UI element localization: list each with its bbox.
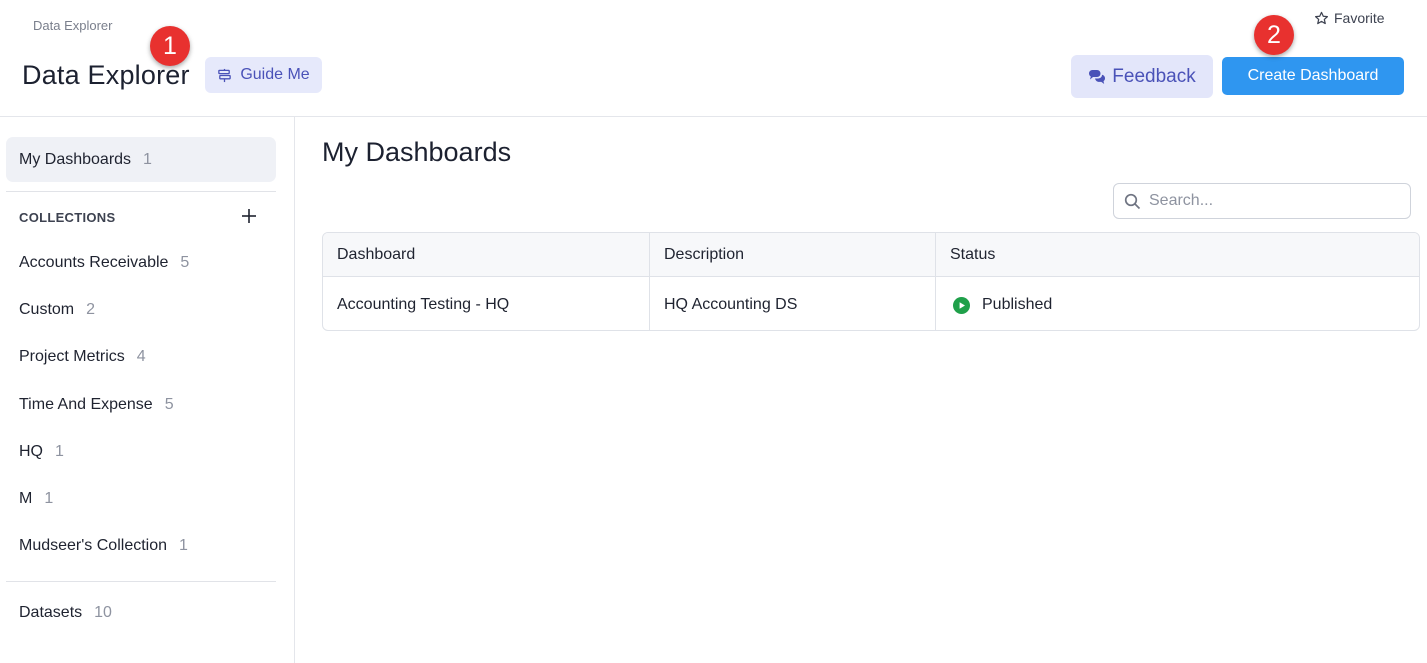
sidebar-item-count: 5 xyxy=(180,254,190,271)
sidebar-item-label: Accounts Receivable xyxy=(19,254,169,271)
sidebar-item-count: 10 xyxy=(94,604,112,621)
sidebar-divider xyxy=(6,581,276,582)
sidebar-item-count: 1 xyxy=(143,150,152,168)
signpost-icon xyxy=(218,68,232,82)
feedback-button[interactable]: Feedback xyxy=(1071,55,1213,98)
sidebar-item-count: 5 xyxy=(164,396,174,413)
column-header-status[interactable]: Status xyxy=(936,233,1419,277)
sidebar-item-label: M xyxy=(19,490,33,507)
favorite-label: Favorite xyxy=(1334,10,1385,26)
main-title: My Dashboards xyxy=(322,137,512,167)
collections-heading: COLLECTIONS xyxy=(19,210,116,225)
guide-me-button[interactable]: Guide Me xyxy=(205,57,322,93)
sidebar-item-project-metrics[interactable]: Project Metrics 4 xyxy=(19,348,146,366)
sidebar-item-label: Datasets xyxy=(19,604,83,621)
sidebar-item-count: 2 xyxy=(86,301,96,318)
create-dashboard-button[interactable]: Create Dashboard xyxy=(1222,57,1404,95)
sidebar-item-m[interactable]: M 1 xyxy=(19,490,53,508)
search-input[interactable] xyxy=(1149,192,1389,210)
column-header-dashboard[interactable]: Dashboard xyxy=(323,233,649,277)
add-collection-icon[interactable] xyxy=(240,207,258,225)
search-icon xyxy=(1124,193,1141,209)
sidebar-item-label: My Dashboards xyxy=(19,150,132,168)
breadcrumb[interactable]: Data Explorer xyxy=(33,18,112,33)
sidebar-item-mudseers-collection[interactable]: Mudseer's Collection 1 xyxy=(19,537,188,555)
sidebar-item-label: Project Metrics xyxy=(19,348,125,365)
star-icon xyxy=(1314,11,1329,24)
description-cell: HQ Accounting DS xyxy=(664,296,798,313)
chat-bubbles-icon xyxy=(1089,69,1106,84)
favorite-button[interactable]: Favorite xyxy=(1314,10,1385,26)
search-box[interactable] xyxy=(1113,183,1411,219)
feedback-label: Feedback xyxy=(1112,65,1196,87)
sidebar-item-hq[interactable]: HQ 1 xyxy=(19,443,64,461)
sidebar-item-my-dashboards[interactable]: My Dashboards 1 xyxy=(6,137,276,182)
sidebar-item-custom[interactable]: Custom 2 xyxy=(19,301,95,319)
published-play-icon xyxy=(953,296,970,314)
dashboard-name-cell[interactable]: Accounting Testing - HQ xyxy=(323,278,649,330)
sidebar-item-label: Time And Expense xyxy=(19,396,153,413)
sidebar-item-count: 1 xyxy=(44,490,54,507)
status-cell: Published xyxy=(936,278,1419,330)
sidebar-item-count: 4 xyxy=(136,348,146,365)
sidebar-item-datasets[interactable]: Datasets 10 xyxy=(19,604,112,622)
sidebar-item-count: 1 xyxy=(179,537,188,554)
page-header: Data Explorer Data Explorer Guide Me Fav… xyxy=(0,0,1427,117)
step-badge-2: 2 xyxy=(1254,15,1294,55)
sidebar-item-time-and-expense[interactable]: Time And Expense 5 xyxy=(19,396,174,414)
sidebar-item-label: HQ xyxy=(19,443,43,460)
column-header-description[interactable]: Description xyxy=(650,233,935,277)
sidebar-divider xyxy=(6,191,276,192)
guide-me-label: Guide Me xyxy=(240,66,310,83)
sidebar-item-accounts-receivable[interactable]: Accounts Receivable 5 xyxy=(19,254,189,272)
step-badge-1: 1 xyxy=(150,26,190,66)
sidebar-item-count: 1 xyxy=(55,443,64,460)
sidebar-item-label: Custom xyxy=(19,301,75,318)
sidebar: My Dashboards 1 COLLECTIONS Accounts Rec… xyxy=(0,117,295,663)
status-label: Published xyxy=(982,296,1053,313)
sidebar-item-label: Mudseer's Collection xyxy=(19,537,168,554)
dashboards-table: Dashboard Description Status Accounting … xyxy=(322,232,1420,331)
